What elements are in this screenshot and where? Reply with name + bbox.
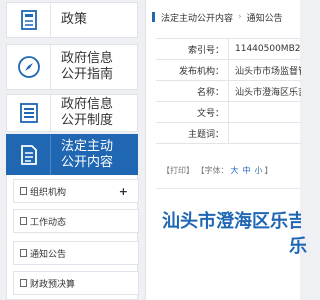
table-row: 索引号： 11440500MB2C9 — [156, 39, 301, 60]
list-icon — [7, 95, 51, 131]
nav-disclosure-guide-label: 政府信息 公开指南 — [61, 51, 114, 82]
row-value: 汕头市澄海区乐吉 — [228, 81, 301, 101]
row-value: 汕头市市场监督管 — [228, 60, 301, 80]
breadcrumb-link-mandatory[interactable]: 法定主动公开内容 — [161, 11, 233, 24]
nav-policy-label: 政策 — [61, 12, 88, 27]
sub-item-label: 财政预决算 — [30, 279, 76, 290]
info-table: 索引号： 11440500MB2C9 发布机构： 汕头市市场监督管 名称： 汕头… — [156, 38, 301, 144]
sub-item-budget[interactable]: 财政预决算 — [13, 271, 139, 295]
row-key: 发布机构： — [178, 66, 224, 77]
sub-item-work-news[interactable]: 工作动态 — [13, 209, 139, 233]
sub-menu-panel: 组织机构 + 工作动态 通知公告 财政预决算 — [6, 175, 139, 300]
nav-disclosure-system[interactable]: 政府信息 公开制度 — [6, 94, 138, 132]
table-row: 文号： — [156, 102, 301, 123]
nav-mandatory-content[interactable]: 法定主动 公开内容 — [6, 134, 138, 176]
divider — [156, 188, 301, 189]
document-lines-icon — [7, 135, 51, 175]
font-medium-button[interactable]: 中 — [243, 166, 251, 175]
font-small-button[interactable]: 小 — [255, 166, 263, 175]
left-sidebar: 政策 政府信息 公开指南 政府信息 公开制度 法定主动 公开内容 组织机构 + 工作动… — [0, 0, 145, 300]
breadcrumb: 法定主动公开内容 › 通知公告 — [146, 0, 300, 34]
nav-disclosure-guide[interactable]: 政府信息 公开指南 — [6, 44, 138, 90]
row-key: 索引号： — [187, 45, 224, 56]
article-title: 汕头市澄海区乐吉 — [162, 211, 301, 232]
row-key: 主题词： — [187, 129, 224, 140]
font-large-button[interactable]: 大 — [231, 166, 239, 175]
file-icon — [20, 187, 27, 195]
sub-item-label: 通知公告 — [30, 249, 67, 260]
font-size-close: 】 — [264, 166, 273, 175]
table-row: 发布机构： 汕头市市场监督管 — [156, 60, 301, 81]
file-icon — [20, 249, 27, 257]
article-title-line2: 乐 — [289, 236, 307, 257]
sub-item-organization[interactable]: 组织机构 + — [13, 179, 139, 203]
article-tools: 【打印】 【字体：大中小】 — [162, 165, 273, 176]
table-row: 主题词： — [156, 123, 301, 144]
font-size-label: 【字体： — [196, 166, 229, 175]
nav-disclosure-system-label: 政府信息 公开制度 — [61, 97, 114, 128]
sub-item-notices[interactable]: 通知公告 — [13, 241, 139, 265]
print-button[interactable]: 【打印】 — [162, 166, 194, 175]
breadcrumb-separator: › — [238, 12, 242, 22]
sub-item-label: 工作动态 — [30, 217, 67, 228]
breadcrumb-link-notices[interactable]: 通知公告 — [247, 11, 283, 24]
row-value: 11440500MB2C9 — [228, 39, 301, 59]
nav-mandatory-content-label: 法定主动 公开内容 — [61, 139, 114, 170]
compass-icon — [7, 45, 51, 89]
main-content: 法定主动公开内容 › 通知公告 索引号： 11440500MB2C9 发布机构：… — [145, 0, 307, 300]
expand-icon[interactable]: + — [119, 185, 128, 198]
row-value — [228, 123, 301, 143]
table-row: 名称： 汕头市澄海区乐吉 — [156, 81, 301, 102]
row-key: 名称： — [196, 87, 224, 98]
file-icon — [20, 217, 27, 225]
row-value — [228, 102, 301, 122]
nav-policy[interactable]: 政策 — [6, 2, 138, 38]
document-icon — [7, 3, 51, 37]
sub-item-label: 组织机构 — [30, 187, 67, 198]
breadcrumb-marker — [152, 12, 155, 22]
row-key: 文号： — [196, 108, 224, 119]
file-icon — [20, 279, 27, 287]
